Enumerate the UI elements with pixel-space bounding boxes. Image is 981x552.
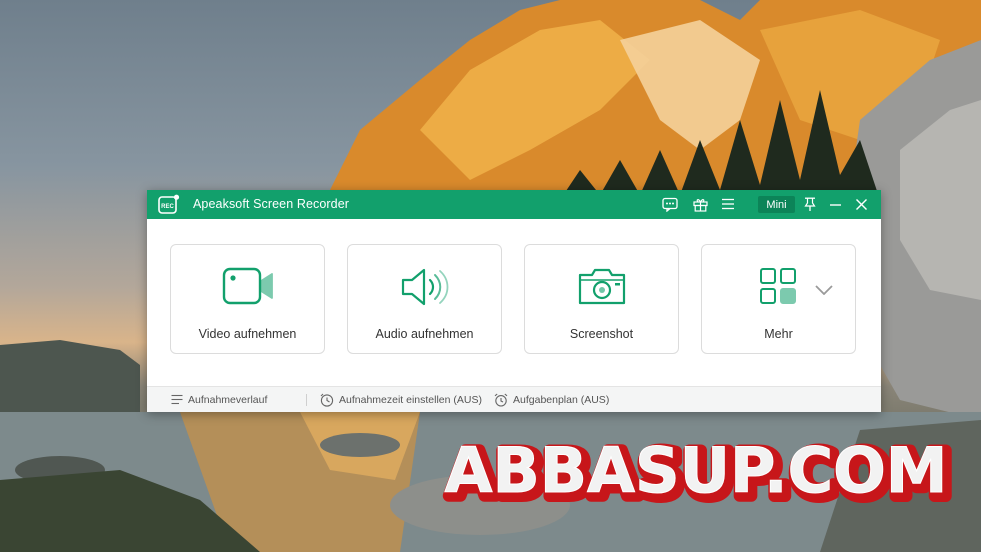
watermark-logo: ABBASUP.COM ABBASUP.COM (443, 432, 958, 514)
close-button[interactable] (851, 194, 871, 214)
audio-record-label: Audio aufnehmen (375, 327, 474, 341)
feedback-icon (662, 197, 678, 212)
camera-icon (578, 268, 625, 305)
video-camera-icon (222, 267, 273, 305)
menu-icon (722, 198, 734, 210)
list-icon (171, 394, 183, 405)
feedback-button[interactable] (660, 194, 680, 214)
mini-mode-button[interactable]: Mini (758, 196, 795, 213)
grid-icon (760, 268, 796, 304)
main-panel: Video aufnehmen Audio aufnehmen Screensh… (147, 219, 881, 386)
watermark-text: ABBASUP.COM (445, 434, 948, 507)
task-schedule-link[interactable]: Aufgabenplan (AUS) (494, 387, 609, 412)
audio-record-card[interactable]: Audio aufnehmen (347, 244, 502, 354)
svg-text:REC: REC (161, 204, 174, 210)
gift-button[interactable] (690, 194, 710, 214)
speaker-icon (401, 268, 448, 306)
footer-divider (306, 394, 307, 406)
chevron-down-icon[interactable] (815, 285, 833, 295)
close-icon (855, 198, 867, 210)
video-record-label: Video aufnehmen (198, 327, 297, 341)
video-record-card[interactable]: Video aufnehmen (170, 244, 325, 354)
app-title: Apeaksoft Screen Recorder (193, 197, 350, 211)
screenshot-card[interactable]: Screenshot (524, 244, 679, 354)
menu-button[interactable] (718, 194, 738, 214)
pin-button[interactable] (800, 194, 820, 214)
recording-history-label: Aufnahmeverlauf (188, 393, 268, 406)
minimize-button[interactable] (825, 194, 845, 214)
rec-logo-icon: REC (158, 194, 180, 214)
title-bar[interactable]: REC Apeaksoft Screen Recorder Mini (147, 190, 881, 219)
screenshot-label: Screenshot (569, 327, 634, 341)
pin-icon (804, 197, 816, 211)
task-schedule-label: Aufgabenplan (AUS) (513, 393, 610, 406)
gift-icon (692, 198, 708, 212)
recording-history-link[interactable]: Aufnahmeverlauf (171, 387, 267, 412)
status-footer: Aufnahmeverlauf Aufnahmezeit einstellen … (147, 386, 881, 412)
set-recording-time-link[interactable]: Aufnahmezeit einstellen (AUS) (320, 387, 482, 412)
minimize-icon (829, 203, 841, 206)
more-tools-label: Mehr (764, 327, 793, 341)
app-window: REC Apeaksoft Screen Recorder Mini Video… (147, 190, 881, 412)
timer-icon (320, 393, 334, 407)
set-recording-time-label: Aufnahmezeit einstellen (AUS) (339, 393, 482, 406)
more-tools-card[interactable]: Mehr (701, 244, 856, 354)
alarm-clock-icon (494, 393, 508, 407)
